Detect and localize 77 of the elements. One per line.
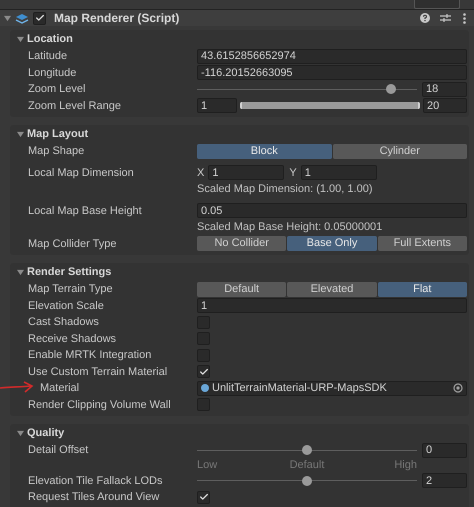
section-title[interactable]: Map Layout — [27, 126, 88, 143]
section-title[interactable]: Quality — [27, 425, 64, 442]
property-label: Latitude — [28, 49, 68, 64]
toggle-option[interactable]: Base Only — [287, 236, 377, 252]
toggle-option[interactable]: Flat — [378, 282, 467, 297]
enabled-checkbox[interactable] — [33, 12, 46, 24]
toggle-option[interactable]: Cylinder — [332, 144, 467, 159]
tick-label: Low — [197, 458, 218, 474]
input-field[interactable]: 20 — [423, 98, 467, 114]
input-field[interactable]: 1 — [197, 98, 237, 114]
caret-down-icon[interactable] — [17, 131, 24, 138]
property-label: Detail Offset — [28, 443, 88, 458]
checkbox[interactable] — [197, 490, 210, 504]
check-icon — [34, 13, 44, 23]
info-text: Scaled Map Dimension: (1.00, 1.00) — [197, 182, 372, 197]
property-label: Elevation Tile Fallack LODs — [28, 474, 162, 488]
property-label: Map Terrain Type — [28, 282, 113, 297]
property-label: Enable MRTK Integration — [28, 348, 152, 363]
property-label: Material — [40, 381, 80, 396]
toggle-option[interactable]: Default — [197, 282, 286, 297]
target-icon[interactable] — [453, 383, 463, 394]
slider-thumb[interactable] — [302, 476, 312, 486]
help-icon[interactable] — [420, 13, 430, 23]
input-field[interactable]: 0.05 — [197, 203, 467, 218]
slider-track[interactable] — [197, 83, 417, 96]
range-slider-bar[interactable] — [240, 102, 420, 110]
property-label: Local Map Dimension — [28, 166, 134, 180]
property-label: Map Shape — [28, 144, 84, 159]
caret-down-icon[interactable] — [4, 14, 11, 22]
property-label: Local Map Base Height — [28, 204, 142, 218]
toggle-option[interactable]: Block — [197, 144, 332, 159]
object-field[interactable]: UnlitTerrainMaterial-URP-MapsSDK — [197, 380, 467, 396]
input-field[interactable]: 1 — [197, 298, 467, 314]
presets-icon[interactable] — [440, 13, 451, 23]
toggle-option[interactable]: No Collider — [197, 236, 286, 252]
info-text: Scaled Map Base Height: 0.05000001 — [197, 220, 382, 235]
checkbox[interactable] — [197, 365, 210, 378]
property-label: Request Tiles Around View — [28, 490, 160, 505]
axis-label: X — [197, 166, 204, 180]
input-field[interactable]: 0 — [422, 442, 467, 458]
property-label: Cast Shadows — [28, 315, 99, 330]
section-title[interactable]: Location — [27, 31, 73, 48]
sphere-icon — [201, 384, 209, 392]
caret-down-icon[interactable] — [17, 430, 24, 437]
slider-thumb[interactable] — [302, 445, 312, 456]
input-field[interactable]: 43.6152856652974 — [197, 48, 467, 64]
more-menu-icon[interactable] — [463, 12, 466, 24]
property-label: Longitude — [28, 66, 76, 80]
property-label: Zoom Level Range — [28, 98, 121, 114]
tick-label: Default — [288, 458, 326, 474]
caret-down-icon[interactable] — [17, 269, 24, 276]
component-header[interactable]: Map Renderer (Script) — [0, 9, 474, 26]
input-field[interactable]: 18 — [422, 82, 467, 97]
toggle-option[interactable]: Elevated — [287, 282, 377, 297]
slider-track[interactable] — [197, 474, 417, 487]
input-field[interactable]: 1 — [300, 165, 377, 180]
slider-track[interactable] — [197, 444, 417, 456]
property-label: Render Clipping Volume Wall — [28, 398, 171, 412]
property-label: Elevation Scale — [28, 298, 104, 314]
property-label: Map Collider Type — [28, 236, 116, 252]
input-field[interactable]: -116.20152663095 — [197, 65, 467, 80]
input-field[interactable]: 2 — [422, 473, 467, 488]
check-icon — [198, 492, 208, 502]
toggle-option[interactable]: Full Extents — [378, 236, 467, 252]
caret-down-icon[interactable] — [17, 36, 24, 43]
check-icon — [198, 366, 208, 377]
section-title[interactable]: Render Settings — [27, 264, 112, 281]
tick-label: High — [393, 458, 417, 474]
property-label: Receive Shadows — [28, 332, 116, 346]
input-field[interactable]: 1 — [208, 165, 284, 180]
property-label: Use Custom Terrain Material — [28, 364, 168, 380]
property-label: Zoom Level — [28, 82, 86, 97]
slider-thumb[interactable] — [386, 84, 396, 94]
component-title: Map Renderer (Script) — [54, 10, 180, 27]
object-name: UnlitTerrainMaterial-URP-MapsSDK — [212, 381, 388, 396]
axis-label: Y — [289, 166, 297, 180]
input-field[interactable] — [414, 0, 460, 9]
